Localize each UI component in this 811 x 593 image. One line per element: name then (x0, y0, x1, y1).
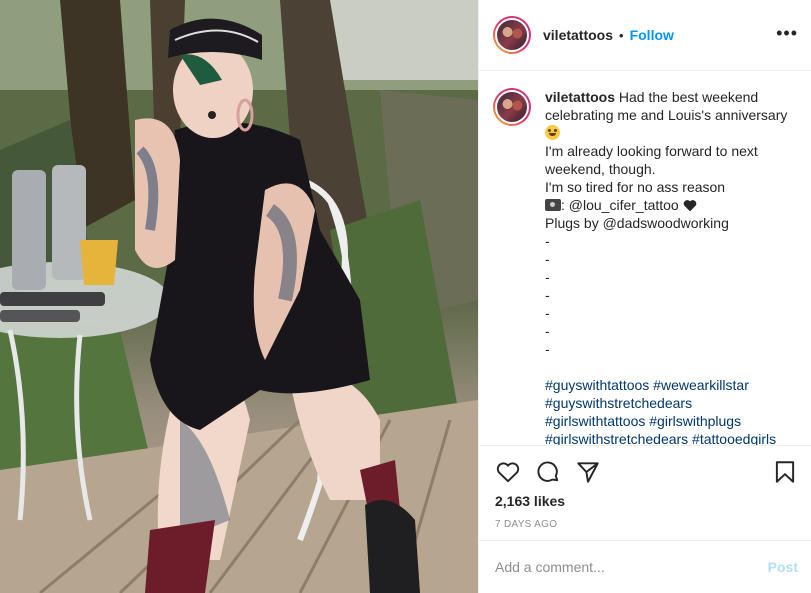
photo-illustration (0, 0, 478, 593)
post-side-panel: viletattoos • Follow ••• viletattoos Had… (478, 0, 811, 593)
caption-dash: - (545, 269, 550, 285)
paper-plane-icon[interactable] (575, 459, 601, 485)
post-actions: 2,163 likes 7 DAYS AGO (479, 445, 811, 540)
camera-icon (545, 199, 561, 211)
avatar[interactable] (493, 16, 531, 54)
caption-dash: - (545, 233, 550, 249)
caption-dash: - (545, 305, 550, 321)
caption-credit-line: : @lou_cifer_tattoo (545, 196, 797, 214)
hashtags-line-1[interactable]: #guyswithtattoos #wewearkillstar (545, 376, 797, 394)
caption-avatar[interactable] (493, 88, 531, 126)
hashtags-line-2[interactable]: #guyswithstretchedears (545, 394, 797, 412)
smiling-face-hearts-emoji-icon (545, 124, 797, 142)
post-date[interactable]: 7 DAYS AGO (495, 519, 557, 530)
hashtags-line-4[interactable]: #girlswithstretchedears #tattooedgirls (545, 430, 797, 445)
caption-dash: - (545, 287, 550, 303)
follow-button[interactable]: Follow (630, 27, 674, 43)
comment-bar: Add a comment... Post (479, 540, 811, 593)
caption-dash: - (545, 341, 550, 357)
caption-plugs: Plugs by @dadswoodworking (545, 215, 729, 231)
black-heart-icon (683, 200, 696, 212)
username-link[interactable]: viletattoos (543, 27, 613, 43)
caption-line-3: I'm so tired for no ass reason (545, 179, 726, 195)
likes-count[interactable]: 2,163 likes (495, 493, 565, 509)
caption-username-link[interactable]: viletattoos (545, 89, 615, 105)
separator-dot: • (619, 27, 624, 43)
caption-line-2: I'm already looking forward to next week… (545, 143, 758, 177)
hashtags-line-3[interactable]: #girlswithtattoos #girlswithplugs (545, 412, 797, 430)
post-comment-button[interactable]: Post (768, 559, 798, 575)
caption-credit[interactable]: : @lou_cifer_tattoo (561, 197, 679, 213)
heart-outline-icon[interactable] (495, 459, 521, 485)
bookmark-icon[interactable] (772, 459, 798, 485)
comment-input[interactable]: Add a comment... (495, 559, 768, 575)
post-photo[interactable] (0, 0, 478, 593)
caption-blank (545, 358, 797, 376)
more-options-icon[interactable]: ••• (776, 24, 798, 42)
comment-bubble-icon[interactable] (535, 459, 561, 485)
post-header: viletattoos • Follow ••• (479, 0, 811, 71)
caption-text: viletattoos Had the best weekend celebra… (545, 88, 797, 445)
caption-dash: - (545, 251, 550, 267)
caption-section: viletattoos Had the best weekend celebra… (479, 72, 811, 445)
caption-dash: - (545, 323, 550, 339)
